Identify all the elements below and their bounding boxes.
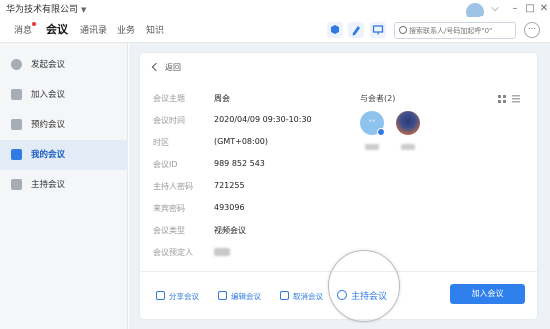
minimize-icon[interactable]: – bbox=[508, 2, 522, 16]
tab-label: 会议 bbox=[46, 23, 68, 36]
host-badge-icon bbox=[377, 128, 385, 136]
calendar-icon bbox=[11, 119, 22, 130]
company-name: 华为技术有限公司 bbox=[6, 5, 79, 15]
cancel-meeting-button[interactable]: 取消会议 bbox=[280, 291, 323, 302]
sidebar-item-start-meeting[interactable]: 发起会议 bbox=[0, 50, 128, 80]
pen-icon[interactable] bbox=[348, 22, 364, 38]
attendees-title: 与会者(2) bbox=[360, 94, 396, 103]
share-icon bbox=[156, 291, 165, 300]
tab-label: 业务 bbox=[117, 26, 136, 36]
tab-messages[interactable]: 消息 bbox=[14, 22, 37, 36]
tab-meetings[interactable]: 会议 bbox=[46, 21, 68, 37]
attendee-name bbox=[365, 144, 379, 150]
sidebar-item-schedule-meeting[interactable]: 预约会议 bbox=[0, 110, 128, 140]
tab-label: 知识 bbox=[146, 26, 165, 36]
attendee-name bbox=[401, 144, 415, 150]
main-panel: 返回 会议主题 周会 会议时间 2020/04/09 09:30-10:30 时… bbox=[129, 43, 550, 329]
sidebar-item-label: 我的会议 bbox=[31, 150, 66, 160]
my-meetings-icon bbox=[11, 149, 22, 160]
menu-icon[interactable]: ⌵ bbox=[488, 2, 502, 16]
close-icon[interactable]: ✕ bbox=[537, 2, 550, 16]
host-meeting-button[interactable]: 主持会议 bbox=[337, 289, 387, 302]
field-value: (GMT+08:00) bbox=[214, 137, 268, 146]
action-label: 取消会议 bbox=[293, 292, 323, 301]
tab-knowledge[interactable]: 知识 bbox=[146, 23, 164, 36]
sidebar-item-label: 发起会议 bbox=[31, 60, 66, 70]
avatar: •• bbox=[360, 111, 385, 136]
company-switcher[interactable]: 华为技术有限公司 ▼ bbox=[6, 2, 86, 15]
field-label: 会议时间 bbox=[153, 116, 185, 125]
field-label: 时区 bbox=[153, 138, 169, 147]
more-options-icon[interactable]: ⋯ bbox=[524, 22, 540, 38]
grid-view-icon[interactable] bbox=[498, 95, 506, 103]
field-label: 会议主题 bbox=[153, 94, 185, 103]
nav-bar: 消息 会议 通讯录 业务 知识 ⋯ bbox=[0, 17, 550, 43]
field-value: 493096 bbox=[214, 203, 245, 212]
field-value: 周会 bbox=[214, 94, 230, 103]
join-meeting-button[interactable]: 加入会议 bbox=[450, 284, 525, 304]
tab-business[interactable]: 业务 bbox=[117, 23, 135, 36]
field-value bbox=[214, 247, 230, 256]
attendee-avatar[interactable]: •• bbox=[360, 111, 385, 154]
field-label: 会议类型 bbox=[153, 226, 185, 235]
field-value: 2020/04/09 09:30-10:30 bbox=[214, 115, 312, 124]
action-label: 分享会议 bbox=[169, 292, 199, 301]
tab-label: 通讯录 bbox=[80, 26, 108, 36]
title-bar: 华为技术有限公司 ▼ ⌵ – □ ✕ bbox=[0, 0, 550, 22]
action-label: 编辑会议 bbox=[231, 292, 261, 301]
field-label: 会议ID bbox=[153, 160, 178, 169]
action-label: 主持会议 bbox=[351, 292, 388, 302]
avatar bbox=[396, 111, 420, 135]
sidebar-item-label: 加入会议 bbox=[31, 90, 66, 100]
field-label: 主持人密码 bbox=[153, 182, 193, 191]
divider bbox=[140, 271, 537, 272]
field-label: 来宾密码 bbox=[153, 204, 185, 213]
back-button[interactable]: 返回 bbox=[151, 62, 181, 73]
back-label: 返回 bbox=[165, 63, 181, 72]
share-meeting-button[interactable]: 分享会议 bbox=[156, 291, 199, 302]
list-view-icon[interactable] bbox=[512, 95, 520, 103]
chevron-left-icon bbox=[151, 62, 161, 72]
meeting-detail-card: 返回 会议主题 周会 会议时间 2020/04/09 09:30-10:30 时… bbox=[140, 53, 537, 319]
field-value: 721255 bbox=[214, 181, 245, 190]
host-icon bbox=[337, 290, 347, 300]
tab-contacts[interactable]: 通讯录 bbox=[80, 23, 107, 36]
edit-icon bbox=[218, 291, 227, 300]
cube-icon[interactable] bbox=[327, 22, 343, 38]
tab-label: 消息 bbox=[14, 26, 33, 36]
field-label: 会议预定人 bbox=[153, 248, 193, 257]
join-icon bbox=[11, 89, 22, 100]
attendee-avatar[interactable] bbox=[396, 111, 420, 154]
field-value: 989 852 543 bbox=[214, 159, 265, 168]
search-box[interactable] bbox=[394, 22, 516, 39]
sidebar: 发起会议 加入会议 预约会议 我的会议 主持会议 bbox=[0, 43, 128, 329]
search-input[interactable] bbox=[409, 24, 513, 38]
phone-icon bbox=[11, 59, 22, 70]
field-value: 视频会议 bbox=[214, 226, 246, 235]
redacted-name bbox=[214, 247, 230, 256]
sidebar-item-my-meetings[interactable]: 我的会议 bbox=[0, 140, 128, 170]
screen-share-icon[interactable] bbox=[370, 22, 386, 38]
chevron-down-icon: ▼ bbox=[81, 6, 87, 14]
host-icon bbox=[11, 179, 22, 190]
maximize-icon[interactable]: □ bbox=[523, 2, 537, 16]
sidebar-item-label: 预约会议 bbox=[31, 120, 66, 130]
cancel-icon bbox=[280, 291, 289, 300]
sidebar-item-join-meeting[interactable]: 加入会议 bbox=[0, 80, 128, 110]
unread-badge bbox=[32, 22, 37, 26]
sidebar-item-label: 主持会议 bbox=[31, 180, 66, 190]
sidebar-item-host-meeting[interactable]: 主持会议 bbox=[0, 170, 128, 200]
search-icon bbox=[399, 26, 407, 34]
edit-meeting-button[interactable]: 编辑会议 bbox=[218, 291, 261, 302]
